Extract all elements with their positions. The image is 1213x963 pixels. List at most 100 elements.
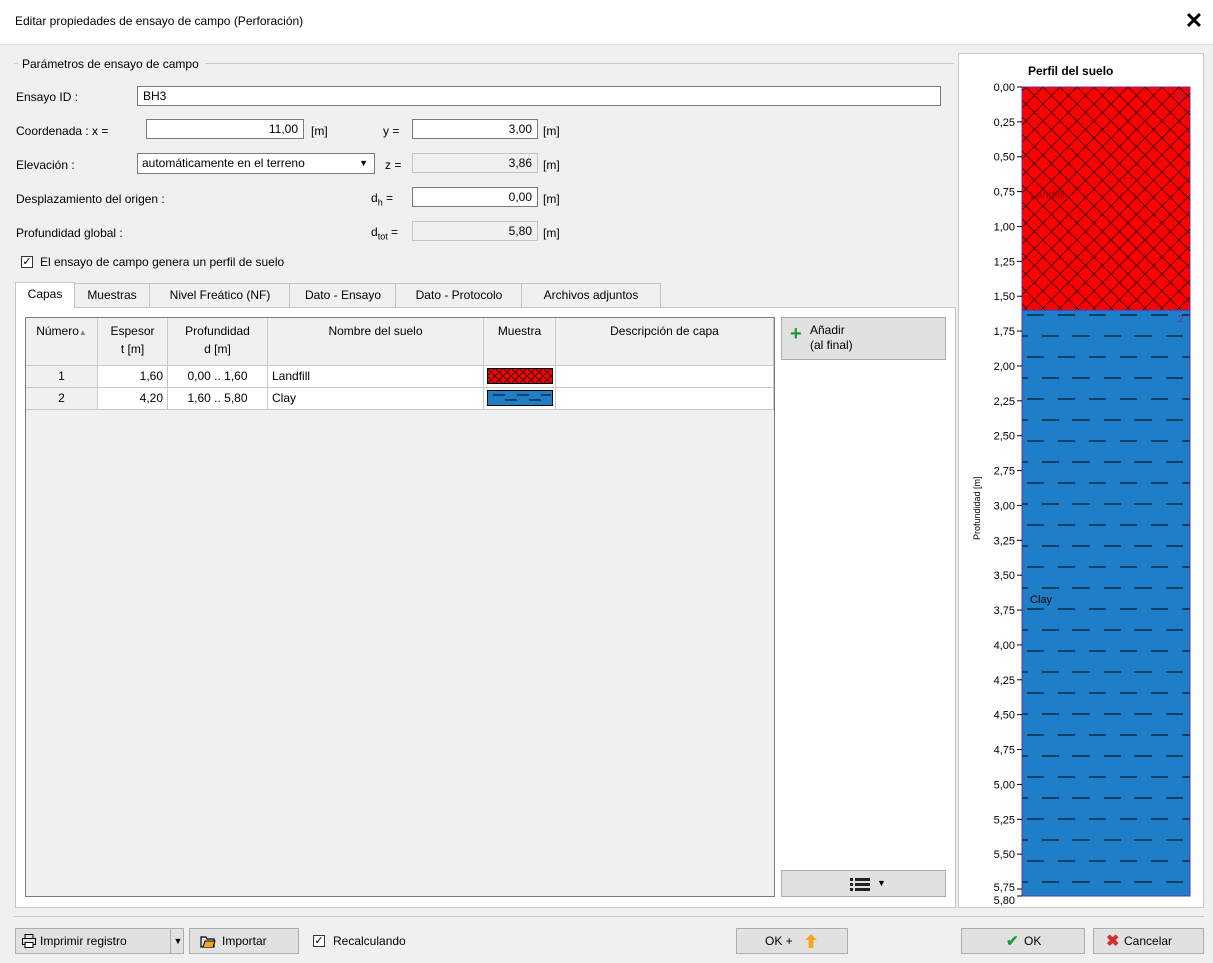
tab-capas[interactable]: Capas [15, 282, 75, 308]
coord-y-unit: [m] [543, 124, 560, 138]
import-label: Importar [222, 934, 267, 948]
profile-tick-label-24: 5,80 [994, 895, 1015, 907]
profile-layer-number-1: 1 [1178, 91, 1184, 102]
cancel-button[interactable]: ✖ Cancelar [1093, 928, 1204, 954]
coord-x-input[interactable]: 11,00 [146, 119, 304, 139]
col-header-description[interactable]: Descripción de capa [556, 318, 774, 366]
chevron-down-icon: ▼ [877, 878, 886, 888]
profile-tick-label-17: 4,25 [994, 675, 1015, 687]
profile-layer-number-2: 2 [1178, 314, 1184, 325]
check-icon: ✔ [1006, 933, 1019, 950]
profile-tick-label-18: 4,50 [994, 710, 1015, 722]
col-header-depth[interactable]: Profundidad d [m] [168, 318, 268, 366]
profile-tick-label-8: 2,00 [994, 361, 1015, 373]
printer-icon [22, 934, 36, 948]
generates-profile-checkbox[interactable]: ✓ [21, 256, 33, 268]
col-header-thickness[interactable]: Espesor t [m] [98, 318, 168, 366]
clay-pattern-swatch [487, 390, 553, 406]
profile-tick-label-9: 2,25 [994, 396, 1015, 408]
ok-plus-button[interactable]: OK + [736, 928, 848, 954]
generates-profile-label: El ensayo de campo genera un perfil de s… [40, 255, 285, 269]
coord-y-label: y = [383, 124, 400, 138]
ok-button[interactable]: ✔ OK [961, 928, 1085, 954]
profile-tick-label-0: 0,00 [994, 82, 1015, 94]
table-row-2-thickness[interactable]: 4,20 [98, 388, 168, 410]
tab-dato-ensayo[interactable]: Dato - Ensayo [289, 283, 397, 307]
profile-tick-label-21: 5,25 [994, 814, 1015, 826]
layers-table: Número▲ Espesor t [m] Profundidad d [m] No… [25, 317, 775, 897]
profile-tick-label-7: 1,75 [994, 326, 1015, 338]
cancel-label: Cancelar [1124, 934, 1173, 948]
dh-label: dh = [371, 191, 394, 208]
table-row-2-pattern[interactable] [484, 388, 556, 410]
profile-layer-name-1: Landfill [1030, 190, 1065, 202]
profile-layer-name-2: Clay [1030, 594, 1053, 606]
folder-open-icon [200, 936, 216, 948]
col-header-soil-name[interactable]: Nombre del suelo [268, 318, 484, 366]
profile-tick-label-1: 0,25 [994, 117, 1015, 129]
table-row-1-thickness[interactable]: 1,60 [98, 366, 168, 388]
list-menu-icon [850, 878, 870, 891]
landfill-pattern-swatch [487, 368, 553, 384]
add-layer-button[interactable]: + Añadir (al final) [781, 317, 946, 360]
recalculating-checkbox[interactable]: ✓ [313, 935, 325, 947]
table-row-1-num[interactable]: 1 [26, 366, 98, 388]
profile-tick-label-19: 4,75 [994, 745, 1015, 757]
profile-tick-label-10: 2,50 [994, 431, 1015, 443]
add-layer-label-2: (al final) [810, 338, 853, 352]
elevation-select[interactable]: automáticamente en el terreno ▼ [137, 153, 375, 174]
close-icon[interactable]: ✕ [1182, 9, 1206, 33]
tab-muestras[interactable]: Muestras [73, 283, 151, 307]
col-header-number[interactable]: Número▲ [26, 318, 98, 366]
table-row-2-soil[interactable]: Clay [268, 388, 484, 410]
tab-dato-protocolo[interactable]: Dato - Protocolo [395, 283, 523, 307]
footer-separator [14, 916, 1204, 917]
profile-tick-label-22: 5,50 [994, 849, 1015, 861]
coord-y-input[interactable]: 3,00 [412, 119, 538, 139]
table-row-1-soil[interactable]: Landfill [268, 366, 484, 388]
profile-tick-label-14: 3,50 [994, 570, 1015, 582]
list-menu-button[interactable]: ▼ [781, 870, 946, 897]
z-unit: [m] [543, 158, 560, 172]
profile-tick-label-23: 5,75 [994, 882, 1015, 894]
profile-tick-label-11: 2,75 [994, 466, 1015, 478]
soil-profile-chart: Landfill 1 Clay 2 0,00 0,25 0,50 0,75 1,00 1,25 1… [994, 82, 1191, 907]
tab-nivel-freatico[interactable]: Nivel Freático (NF) [149, 283, 291, 307]
dh-input[interactable]: 0,00 [412, 187, 538, 207]
profile-tick-label-4: 1,00 [994, 221, 1015, 233]
dtot-label: dtot = [371, 225, 399, 242]
profile-tick-label-20: 5,00 [994, 779, 1015, 791]
test-id-label: Ensayo ID : [16, 90, 79, 104]
z-label: z = [385, 158, 402, 172]
col-header-pattern[interactable]: Muestra [484, 318, 556, 366]
table-row-2-num[interactable]: 2 [26, 388, 98, 410]
tab-archivos-adjuntos[interactable]: Archivos adjuntos [521, 283, 661, 307]
chevron-down-icon[interactable]: ▼ [170, 929, 185, 953]
profile-tick-label-5: 1,25 [994, 256, 1015, 268]
window-titlebar: Editar propiedades de ensayo de campo (P… [0, 0, 1213, 45]
table-row-1-pattern[interactable] [484, 366, 556, 388]
elevation-select-value: automáticamente en el terreno [142, 156, 305, 170]
dtot-value: 5,80 [412, 221, 538, 241]
print-record-button[interactable]: Imprimir registro ▼ [15, 928, 184, 954]
ok-label: OK [1024, 934, 1042, 948]
elevation-label: Elevación : [16, 158, 75, 172]
recalculating-label: Recalculando [333, 934, 406, 948]
profile-tick-label-16: 4,00 [994, 640, 1015, 652]
table-row-1-desc[interactable] [556, 366, 774, 388]
ok-plus-label: OK + [765, 934, 793, 948]
dtot-unit: [m] [543, 226, 560, 240]
print-record-label: Imprimir registro [40, 934, 127, 948]
table-row-1-depth[interactable]: 0,00 .. 1,60 [168, 366, 268, 388]
origin-offset-label: Desplazamiento del origen : [16, 192, 165, 206]
profile-tick-label-12: 3,00 [994, 500, 1015, 512]
arrow-up-icon [805, 934, 817, 948]
profile-tick-label-2: 0,50 [994, 152, 1015, 164]
test-id-input[interactable]: BH3 [137, 86, 941, 106]
params-group-title: Parámetros de ensayo de campo [18, 57, 205, 71]
table-row-2-desc[interactable] [556, 388, 774, 410]
profile-tick-label-3: 0,75 [994, 187, 1015, 199]
table-row-2-depth[interactable]: 1,60 .. 5,80 [168, 388, 268, 410]
profile-axis-label: Profundidad [m] [972, 476, 982, 540]
import-button[interactable]: Importar [189, 928, 299, 954]
